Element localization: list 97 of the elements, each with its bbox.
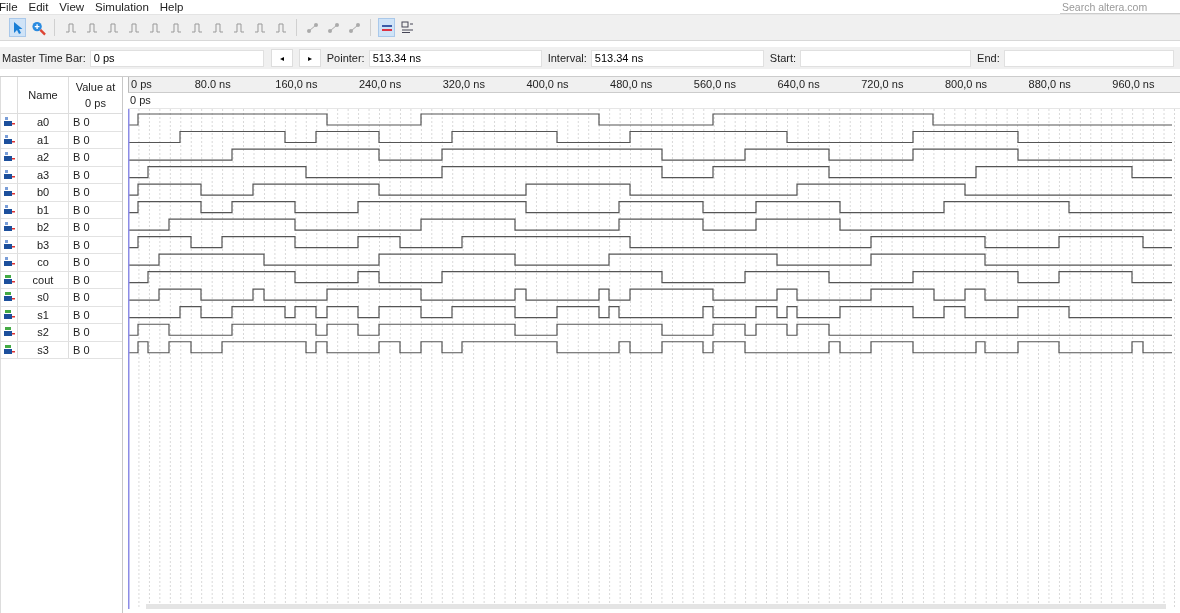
menu-item[interactable]: Simulation [95, 0, 149, 14]
time-label: 0 ps [131, 78, 152, 90]
output-pin-icon [3, 344, 15, 355]
waveform-edit-icon [85, 21, 98, 34]
field-label: Master Time Bar: [2, 52, 86, 64]
time-field[interactable] [1003, 49, 1174, 67]
time-label: 240,0 ns [359, 78, 402, 90]
time-label: 800,0 ns [944, 78, 988, 90]
signal-name: b2 [36, 221, 50, 234]
field-label: End: [977, 52, 1000, 64]
signal-name: b0 [36, 186, 50, 199]
menu-item[interactable]: File [0, 0, 18, 14]
time-field[interactable] [800, 49, 972, 67]
menu-item[interactable]: Edit [28, 0, 49, 14]
signal-name: co [37, 256, 49, 269]
output-pin-icon [3, 292, 15, 303]
field-label: Start: [769, 52, 797, 64]
column-header: Name [28, 89, 58, 101]
signal-value: B 0 [73, 168, 90, 181]
node-icon [326, 21, 341, 34]
input-pin-icon [3, 187, 15, 198]
time-label: 160,0 ns [275, 78, 318, 90]
field-label: Pointer: [326, 52, 365, 64]
input-pin-icon [3, 257, 15, 268]
time-label: 80.0 ns [194, 78, 231, 90]
waveform-edit-icon [190, 21, 203, 34]
waveform-edit-icon [127, 21, 140, 34]
signal-name: s0 [37, 291, 49, 304]
signal-value: B 0 [73, 116, 90, 129]
waveform-edit-icon [148, 21, 161, 34]
time-label: 480,0 ns [610, 78, 653, 90]
cursor-time-label: 0 ps [130, 94, 151, 106]
time-label: 320,0 ns [442, 78, 485, 90]
input-pin-icon [3, 169, 15, 180]
signal-name: a1 [36, 133, 50, 146]
node-icon [347, 21, 362, 34]
pointer-tool-button[interactable] [9, 18, 26, 37]
time-label: 960,0 ns [1112, 78, 1155, 90]
signal-value: B 0 [73, 186, 90, 199]
signal-value: B 0 [73, 203, 90, 216]
input-pin-icon [3, 117, 15, 128]
input-pin-icon [3, 134, 15, 145]
waveform-edit-icon [106, 21, 119, 34]
output-pin-icon [3, 309, 15, 320]
signal-value: B 0 [73, 256, 90, 269]
signal-name: s2 [37, 326, 49, 339]
snap-tool-button[interactable] [378, 18, 395, 37]
waveform-edit-icon [232, 21, 245, 34]
signal-value: B 0 [73, 151, 90, 164]
time-label: 880,0 ns [1028, 78, 1071, 90]
waveform-edit-icon [169, 21, 182, 34]
node-icon [305, 21, 320, 34]
signal-value: B 0 [73, 238, 90, 251]
input-pin-icon [3, 239, 15, 250]
signal-name: b1 [36, 203, 50, 216]
waveform-edit-icon [274, 21, 287, 34]
scrollbar[interactable] [146, 604, 1166, 609]
output-pin-icon [3, 274, 15, 285]
search-field[interactable]: Search altera.com [1060, 0, 1180, 14]
waveform-edit-icon [253, 21, 266, 34]
signal-value: B 0 [73, 326, 90, 339]
time-label: 640,0 ns [777, 78, 820, 90]
zoom-icon [31, 19, 46, 36]
time-label: 400,0 ns [526, 78, 569, 90]
field-label: Interval: [547, 52, 587, 64]
time-field[interactable]: 513.34 ns [368, 49, 542, 67]
waveform-edit-icon [64, 21, 77, 34]
pointer-icon [12, 20, 23, 35]
signal-name: s3 [37, 343, 49, 356]
signal-name: cout [32, 273, 54, 286]
signal-value: B 0 [73, 308, 90, 321]
time-label: 720,0 ns [861, 78, 904, 90]
output-pin-icon [3, 327, 15, 338]
nav-button[interactable]: ◂ [270, 49, 293, 67]
signal-name: a3 [36, 168, 50, 181]
input-pin-icon [3, 222, 15, 233]
column-header: Value at 0 ps [74, 80, 117, 111]
time-label: 560,0 ns [693, 78, 736, 90]
signal-value: B 0 [73, 273, 90, 286]
grid-icon [401, 21, 414, 34]
time-field[interactable]: 513.34 ns [590, 49, 764, 67]
waveform-edit-icon [211, 21, 224, 34]
input-pin-icon [3, 152, 15, 163]
signal-name: b3 [36, 238, 50, 251]
signal-name: s1 [37, 308, 49, 321]
master-time-bar-field[interactable]: 0 ps [89, 49, 264, 67]
signal-value: B 0 [73, 343, 90, 356]
signal-value: B 0 [73, 133, 90, 146]
signal-value: B 0 [73, 221, 90, 234]
signal-name: a0 [36, 116, 50, 129]
signal-value: B 0 [73, 291, 90, 304]
nav-button[interactable]: ▸ [298, 49, 321, 67]
snap-grid-icon [380, 22, 393, 33]
menu-item[interactable]: Help [159, 0, 184, 14]
signal-name: a2 [36, 151, 50, 164]
menu-item[interactable]: View [59, 0, 85, 14]
input-pin-icon [3, 204, 15, 215]
